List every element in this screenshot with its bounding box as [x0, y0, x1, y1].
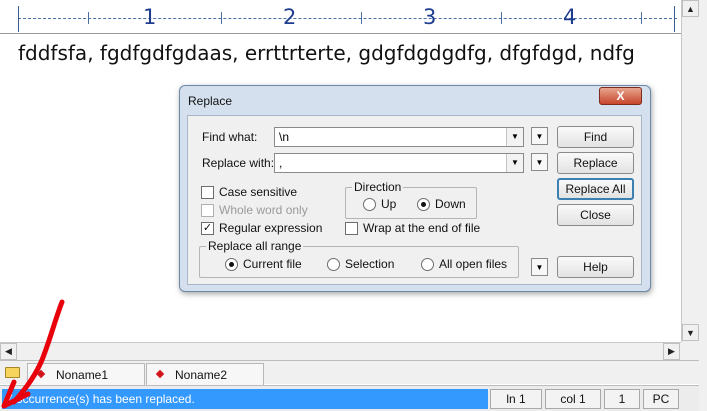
ruler-number-1: 1	[143, 5, 157, 29]
range-all-open-radio[interactable]	[421, 258, 434, 271]
horizontal-scrollbar[interactable]: ◀ ▶	[0, 342, 681, 360]
modified-dot-icon	[36, 369, 46, 379]
range-all-open-label: All open files	[439, 257, 508, 271]
direction-up-radio[interactable]	[363, 198, 376, 211]
status-mode: PC	[643, 389, 679, 409]
ruler-tick	[501, 12, 502, 24]
find-what-field[interactable]: \n ▼	[274, 127, 524, 147]
direction-down-radio[interactable]	[417, 198, 430, 211]
find-what-value: \n	[279, 130, 290, 144]
whole-word-label: Whole word only	[219, 203, 308, 217]
range-selection-radio[interactable]	[327, 258, 340, 271]
document-tab-bar: Noname1 Noname2	[0, 360, 699, 385]
status-field: 1	[604, 389, 640, 409]
replace-special-dropdown[interactable]: ▼	[531, 153, 548, 171]
replace-with-field[interactable]: , ▼	[274, 153, 524, 173]
whole-word-checkbox[interactable]	[201, 204, 214, 217]
dialog-title: Replace	[188, 94, 233, 108]
ruler-tick	[641, 12, 642, 24]
help-button[interactable]: Help	[557, 256, 634, 278]
replace-button[interactable]: Replace	[557, 152, 634, 174]
status-bar: 7 occurrence(s) has been replaced. ln 1 …	[0, 385, 699, 411]
regex-checkbox[interactable]: ✓	[201, 222, 214, 235]
status-column: col 1	[545, 389, 601, 409]
ruler-tick	[361, 12, 362, 24]
tab-label: Noname1	[56, 367, 109, 382]
direction-up-label: Up	[381, 197, 397, 211]
close-icon[interactable]: X	[599, 87, 642, 105]
scroll-right-icon[interactable]: ▶	[663, 343, 680, 360]
ruler-number-4: 4	[563, 5, 577, 29]
ruler-tick	[88, 12, 89, 24]
find-button[interactable]: Find	[557, 126, 634, 148]
case-sensitive-checkbox[interactable]	[201, 186, 214, 199]
close-button[interactable]: Close	[557, 204, 634, 226]
range-selection-label: Selection	[345, 257, 395, 271]
replace-range-title: Replace all range	[206, 239, 304, 253]
ruler-tick	[221, 12, 222, 24]
tab-noname2[interactable]: Noname2	[146, 363, 264, 385]
ruler-number-3: 3	[423, 5, 437, 29]
replace-dialog: Replace X Find what: \n ▼ ▼ Replace with…	[179, 85, 651, 292]
direction-down-label: Down	[435, 197, 466, 211]
direction-group: Direction Up Down	[345, 180, 477, 219]
scroll-down-icon[interactable]: ▼	[682, 324, 699, 341]
ruler-right-margin-marker[interactable]	[674, 6, 675, 32]
replace-with-value: ,	[279, 156, 283, 170]
replace-with-label: Replace with:	[202, 156, 275, 170]
tab-noname1[interactable]: Noname1	[27, 363, 145, 385]
replace-range-group: Replace all range Current file Selection…	[199, 239, 519, 278]
ruler: 1 2 3 4	[0, 0, 681, 34]
direction-title: Direction	[352, 180, 404, 194]
ruler-left-margin-marker[interactable]	[18, 6, 19, 32]
find-what-label: Find what:	[202, 130, 258, 144]
range-dropdown[interactable]: ▼	[531, 258, 548, 276]
status-message: 7 occurrence(s) has been replaced.	[2, 389, 488, 409]
status-line: ln 1	[490, 389, 542, 409]
vertical-scrollbar[interactable]: ▲ ▼	[681, 0, 699, 342]
editor-text-line[interactable]: fddfsfa, fgdfgdfgdaas, errttrterte, gdgf…	[18, 41, 635, 65]
dropdown-arrow-icon[interactable]: ▼	[506, 154, 523, 172]
folder-icon[interactable]	[5, 367, 20, 378]
wrap-checkbox[interactable]	[345, 222, 358, 235]
wrap-label: Wrap at the end of file	[363, 221, 481, 235]
tab-label: Noname2	[175, 367, 228, 382]
scroll-up-icon[interactable]: ▲	[682, 0, 699, 17]
range-current-radio[interactable]	[225, 258, 238, 271]
replace-all-button[interactable]: Replace All	[557, 178, 634, 200]
modified-dot-icon	[155, 369, 165, 379]
find-special-dropdown[interactable]: ▼	[531, 127, 548, 145]
dropdown-arrow-icon[interactable]: ▼	[506, 128, 523, 146]
regex-label: Regular expression	[219, 221, 323, 235]
dialog-body: Find what: \n ▼ ▼ Replace with: , ▼ ▼ Fi…	[187, 115, 642, 285]
case-sensitive-label: Case sensitive	[219, 185, 298, 199]
ruler-line	[18, 18, 677, 19]
ruler-number-2: 2	[283, 5, 297, 29]
range-current-label: Current file	[243, 257, 302, 271]
scrollbar-corner	[681, 342, 707, 360]
scroll-left-icon[interactable]: ◀	[0, 343, 17, 360]
